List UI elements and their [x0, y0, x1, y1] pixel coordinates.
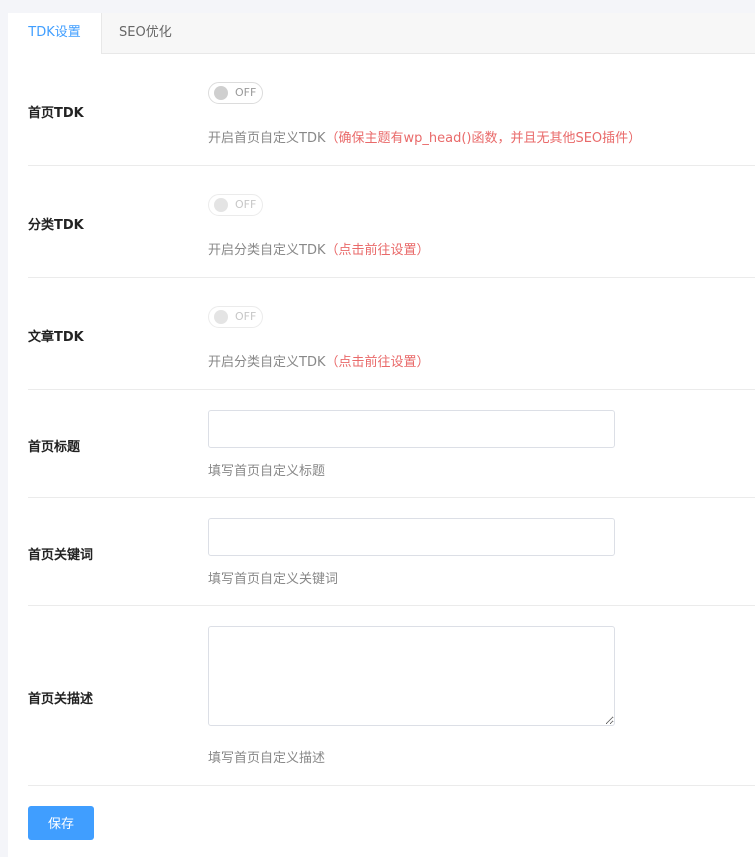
toggle-state-text: OFF [235, 198, 257, 211]
home-tdk-toggle[interactable]: OFF [208, 82, 263, 104]
home-tdk-warning: （确保主题有wp_head()函数，并且无其他SEO插件） [325, 131, 642, 146]
home-title-label: 首页标题 [28, 440, 81, 455]
home-title-input[interactable] [208, 410, 615, 448]
toggle-state-text: OFF [235, 86, 257, 99]
home-title-row: 首页标题 填写首页自定义标题 [28, 390, 755, 498]
toggle-knob [214, 86, 228, 100]
category-tdk-description: 开启分类自定义TDK（点击前往设置） [208, 243, 430, 258]
home-description-row: 首页关描述 填写首页自定义描述 [28, 606, 755, 786]
category-tdk-label: 分类TDK [28, 218, 84, 233]
article-tdk-settings-link[interactable]: （点击前往设置） [325, 355, 429, 370]
home-description-label: 首页关描述 [28, 692, 94, 707]
home-description-textarea[interactable] [208, 626, 615, 726]
article-tdk-row: 文章TDK OFF 开启分类自定义TDK（点击前往设置） [28, 278, 755, 390]
home-keywords-row: 首页关键词 填写首页自定义关键词 [28, 498, 755, 606]
tab-tdk-settings[interactable]: TDK设置 [8, 13, 102, 54]
category-tdk-toggle[interactable]: OFF [208, 194, 263, 216]
category-tdk-row: 分类TDK OFF 开启分类自定义TDK（点击前往设置） [28, 166, 755, 278]
toggle-knob [214, 310, 228, 324]
tab-seo-optimization[interactable]: SEO优化 [119, 13, 172, 53]
save-button[interactable]: 保存 [28, 806, 94, 840]
home-description-help: 填写首页自定义描述 [208, 751, 326, 766]
home-tdk-row: 首页TDK OFF 开启首页自定义TDK（确保主题有wp_head()函数，并且… [28, 53, 755, 166]
article-tdk-label: 文章TDK [28, 330, 84, 345]
home-keywords-label: 首页关键词 [28, 548, 94, 563]
article-tdk-toggle[interactable]: OFF [208, 306, 263, 328]
home-tdk-label: 首页TDK [28, 106, 84, 121]
settings-panel: TDK设置 SEO优化 首页TDK OFF 开启首页自定义TDK（确保主题有wp… [8, 13, 755, 857]
category-tdk-settings-link[interactable]: （点击前往设置） [325, 243, 429, 258]
home-title-help: 填写首页自定义标题 [208, 464, 326, 479]
article-tdk-description: 开启分类自定义TDK（点击前往设置） [208, 355, 430, 370]
home-tdk-description: 开启首页自定义TDK（确保主题有wp_head()函数，并且无其他SEO插件） [208, 131, 642, 146]
home-keywords-input[interactable] [208, 518, 615, 556]
toggle-state-text: OFF [235, 310, 257, 323]
home-keywords-help: 填写首页自定义关键词 [208, 572, 339, 587]
toggle-knob [214, 198, 228, 212]
tab-bar: TDK设置 SEO优化 [8, 13, 755, 54]
